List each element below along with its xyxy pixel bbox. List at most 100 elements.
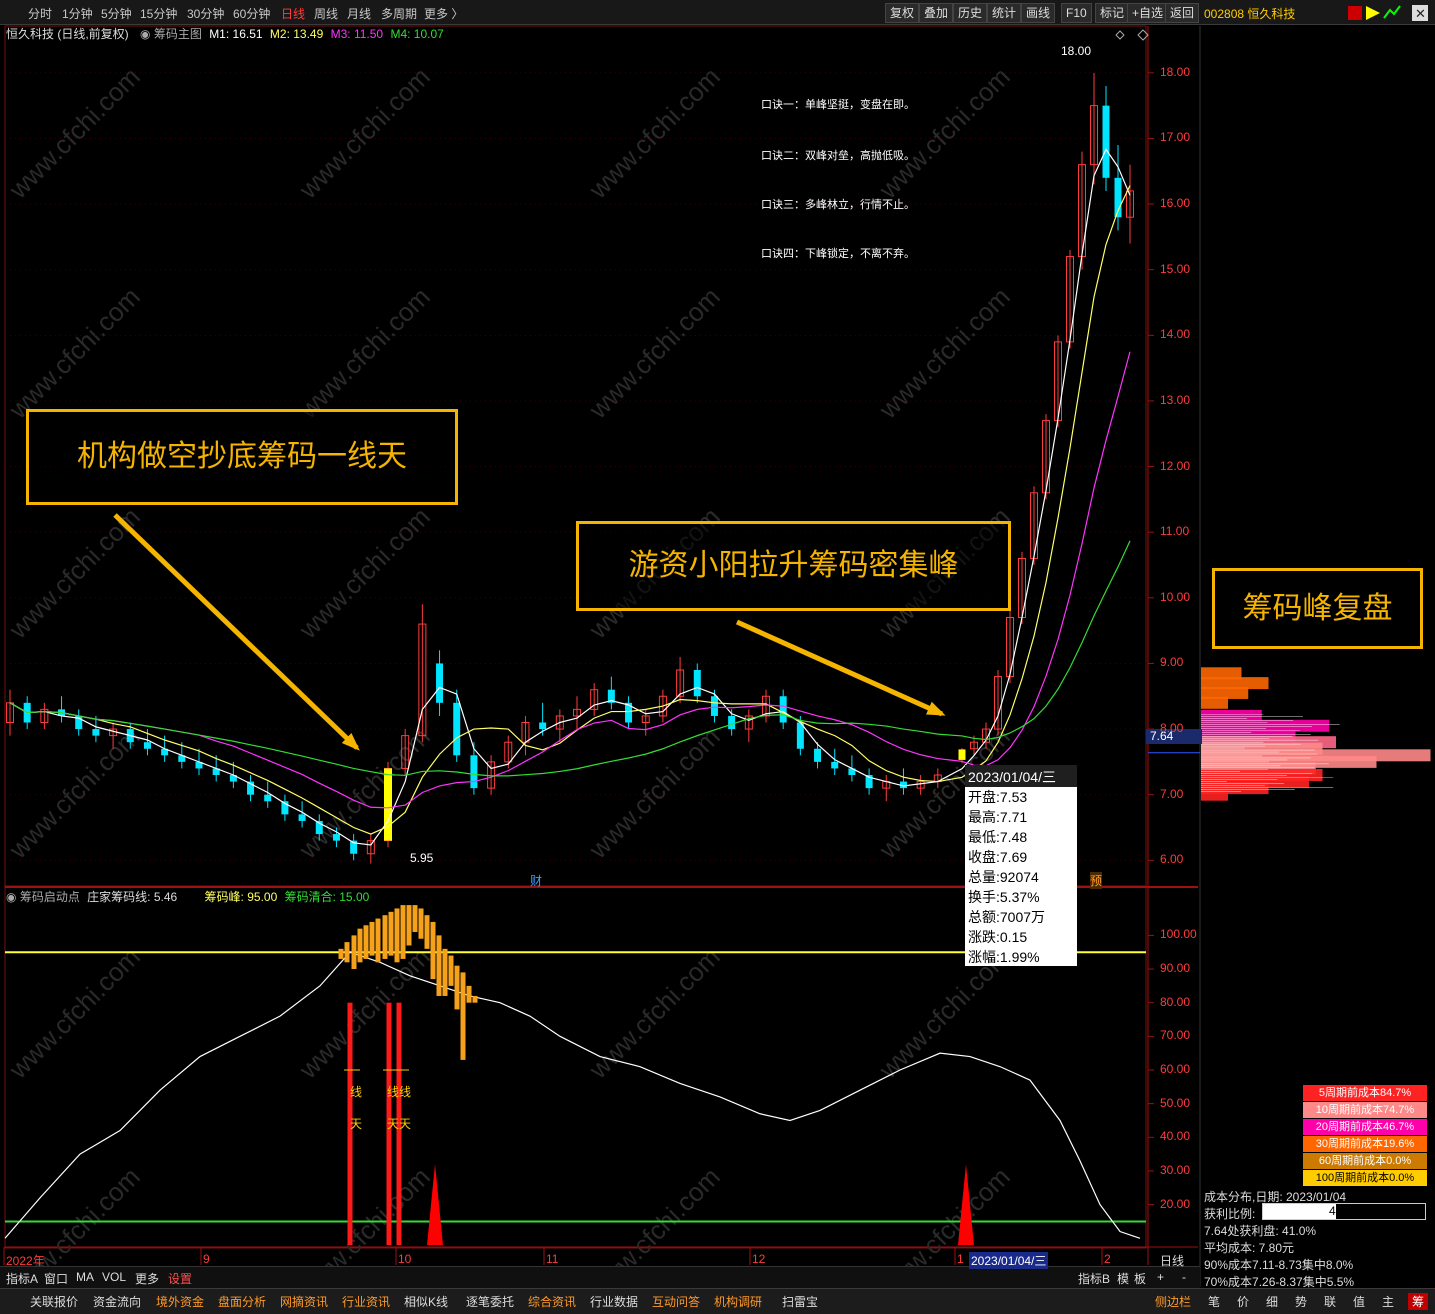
candle-down (470, 755, 478, 789)
tooltip-change-pct: 涨幅:1.99% (968, 949, 1040, 965)
cost-legend-100: 100周期前成本0.0% (1303, 1170, 1427, 1186)
time-tick-label: 10 (398, 1252, 412, 1266)
candle-down (779, 696, 787, 723)
nav-similar-k[interactable]: 相似K线 (404, 1293, 448, 1310)
high-marker-diamond (1115, 30, 1125, 40)
profit-at-price: 7.64处获利盘: 41.0% (1204, 1224, 1317, 1238)
nav-sidebar[interactable]: 侧边栏 (1155, 1293, 1191, 1310)
side-tab-4[interactable]: 势 (1295, 1293, 1307, 1310)
ma4-value: M4: 10.07 (390, 27, 444, 41)
side-tab-8[interactable]: 筹 (1408, 1293, 1429, 1310)
high-label: 18.00 (1061, 44, 1092, 58)
nav-foreign-capital[interactable]: 境外资金 (156, 1293, 204, 1310)
side-tab-2[interactable]: 价 (1237, 1293, 1249, 1310)
settings-tab[interactable]: 设置 (168, 1270, 192, 1287)
watermark-text: www.cfchi.com (292, 501, 435, 644)
profit-ratio-bar: 45.1% (1262, 1203, 1426, 1220)
watermark-text: www.cfchi.com (2, 61, 145, 204)
watermark-text: www.cfchi.com (582, 721, 725, 864)
indicator-b-tab[interactable]: 指标B (1078, 1270, 1110, 1287)
candle-breakout (384, 768, 392, 841)
time-tick-label: 12 (752, 1252, 766, 1266)
peak-bar (400, 905, 406, 959)
peak-bar (424, 915, 430, 949)
more-tab[interactable]: 更多 (135, 1270, 159, 1287)
nav-research[interactable]: 机构调研 (714, 1293, 762, 1310)
candle-down (728, 715, 736, 730)
side-tab-5[interactable]: 联 (1324, 1293, 1336, 1310)
zoom-out-button[interactable]: - (1182, 1270, 1186, 1284)
sub-tick-label: 90.00 (1160, 961, 1191, 976)
nav-market-analysis[interactable]: 盘面分析 (218, 1293, 266, 1310)
sub-indicator-name: 筹码启动点 (19, 890, 80, 904)
bottom-nav: 关联报价 资金流向 境外资金 盘面分析 网摘资讯 行业资讯 相似K线 逐笔委托 … (0, 1288, 1435, 1314)
cai-marker[interactable]: 财 (530, 872, 542, 889)
profit-ratio-value: 45.1% (1329, 1204, 1364, 1218)
cost-90: 90%成本7.11-8.73集中8.0% (1204, 1258, 1354, 1272)
period-label: 日线 (1160, 1254, 1185, 1268)
nav-quotes[interactable]: 关联报价 (30, 1293, 78, 1310)
sub-tick-label: 30.00 (1160, 1162, 1191, 1177)
window-tab[interactable]: 窗口 (44, 1270, 68, 1287)
indicator-a-tab[interactable]: 指标A (6, 1270, 38, 1287)
ma-tab[interactable]: MA (76, 1270, 94, 1284)
nav-scan[interactable]: 扫雷宝 (782, 1293, 818, 1310)
peak-bar (394, 908, 400, 963)
arrow-middle-head (926, 701, 946, 716)
ma2-value: M2: 13.49 (269, 27, 324, 41)
watermark-text: www.cfchi.com (872, 281, 1015, 424)
indicator-chip[interactable]: ◉ 筹码主图 (140, 27, 202, 41)
mantra-1: 口诀一：单峰坚挺，变盘在即。 (761, 99, 915, 111)
mantra-4: 口诀四：下峰锁定，不离不弃。 (761, 248, 915, 260)
avg-cost: 平均成本: 7.80元 (1204, 1241, 1295, 1255)
watermark-text: www.cfchi.com (2, 721, 145, 864)
candle-down (539, 722, 547, 730)
template-tab[interactable]: 模 (1117, 1270, 1129, 1287)
watermark-text: www.cfchi.com (292, 61, 435, 204)
zoom-in-button[interactable]: + (1157, 1270, 1164, 1284)
yixian-label-3: 线线 (387, 1085, 412, 1099)
side-tab-1[interactable]: 笔 (1208, 1293, 1220, 1310)
peak-bar (375, 918, 381, 963)
price-tick-label: 6.00 (1160, 852, 1184, 867)
time-tick-label: 11 (546, 1252, 559, 1266)
side-tab-6[interactable]: 值 (1353, 1293, 1365, 1310)
peak-bar (412, 905, 418, 933)
nav-tick-orders[interactable]: 逐笔委托 (466, 1293, 514, 1310)
peak-bar (338, 948, 344, 959)
nav-industry-data[interactable]: 行业数据 (590, 1293, 638, 1310)
price-tick-label: 18.00 (1160, 64, 1191, 79)
peak-bar (418, 908, 424, 939)
side-tab-7[interactable]: 主 (1382, 1293, 1394, 1310)
profit-ratio-label: 获利比例: (1204, 1207, 1256, 1221)
tooltip-low: 最低:7.48 (968, 829, 1028, 845)
watermark-text: www.cfchi.com (582, 941, 725, 1084)
watermark-text: www.cfchi.com (2, 941, 145, 1084)
watermark-text: www.cfchi.com (292, 281, 435, 424)
peak-bar (436, 935, 442, 996)
tooltip-volume: 总量:92074 (968, 869, 1039, 885)
sub-indicator-chip[interactable]: ◉ 筹码启动点 (6, 890, 80, 904)
tooltip-turnover: 换手:5.37% (968, 889, 1040, 905)
price-tick-label: 15.00 (1160, 261, 1191, 276)
peak-bar (472, 995, 478, 1003)
side-tab-3[interactable]: 细 (1266, 1293, 1278, 1310)
nav-news-digest[interactable]: 网摘资讯 (280, 1293, 328, 1310)
nav-general-news[interactable]: 综合资讯 (528, 1293, 576, 1310)
candle-down (436, 663, 444, 703)
callout-left: 机构做空抄底筹码一线天 (26, 409, 458, 505)
nav-capital-flow[interactable]: 资金流向 (93, 1293, 141, 1310)
mantra-2: 口诀二：双峰对垒，高抛低吸。 (761, 150, 915, 162)
price-tick-label: 16.00 (1160, 196, 1191, 211)
tooltip-high: 最高:7.71 (968, 809, 1028, 825)
nav-industry-news[interactable]: 行业资讯 (342, 1293, 390, 1310)
peak-bar (344, 942, 350, 963)
board-tab[interactable]: 板 (1134, 1270, 1146, 1287)
peak-bar (363, 925, 369, 959)
candle-down (453, 702, 461, 756)
vol-tab[interactable]: VOL (102, 1270, 126, 1284)
candle-down (693, 670, 701, 697)
nav-qa[interactable]: 互动问答 (652, 1293, 700, 1310)
time-tick-label: 2 (1104, 1252, 1111, 1266)
yu-marker[interactable]: 预 (1090, 872, 1103, 889)
